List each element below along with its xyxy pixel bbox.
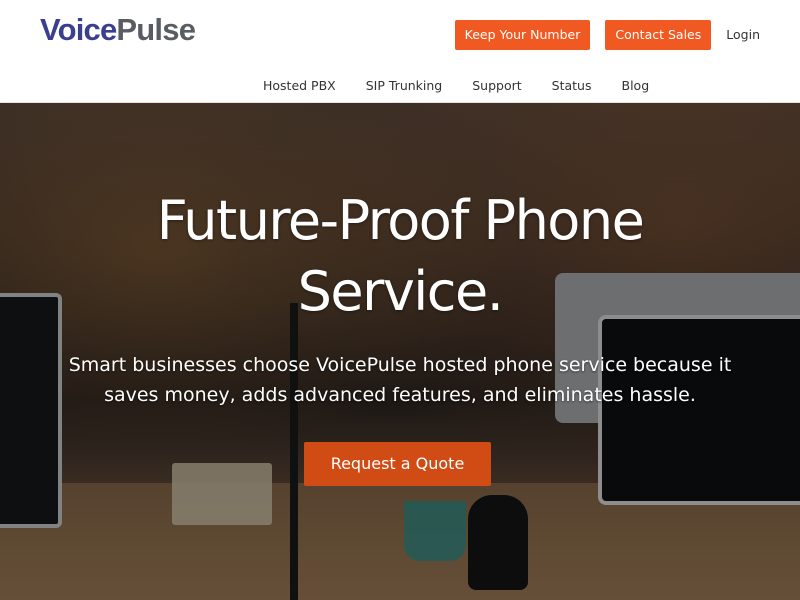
hero-section: Future-Proof Phone Service. Smart busine… [0, 103, 800, 600]
nav-item-hosted-pbx[interactable]: Hosted PBX [248, 76, 351, 96]
nav-item-support[interactable]: Support [457, 76, 536, 96]
site-header: VoicePulse Keep Your Number Contact Sale… [0, 0, 800, 103]
request-quote-button[interactable]: Request a Quote [304, 442, 491, 486]
hero-title: Future-Proof Phone Service. [0, 185, 800, 327]
contact-sales-button[interactable]: Contact Sales [605, 20, 712, 50]
hero-title-line-1: Future-Proof Phone [156, 189, 645, 252]
hero-title-line-2: Service. [297, 260, 504, 323]
login-link[interactable]: Login [726, 20, 760, 50]
nav-item-sip-trunking[interactable]: SIP Trunking [351, 76, 457, 96]
main-nav: Hosted PBX SIP Trunking Support Status B… [248, 76, 664, 96]
header-actions: Keep Your Number Contact Sales Login [454, 20, 760, 50]
hero-subtitle: Smart businesses choose VoicePulse hoste… [68, 354, 732, 406]
keep-your-number-button[interactable]: Keep Your Number [454, 20, 591, 50]
logo-voice-text: Voice [40, 12, 117, 47]
nav-item-status[interactable]: Status [537, 76, 607, 96]
nav-item-blog[interactable]: Blog [607, 76, 665, 96]
logo-pulse-text: Pulse [116, 12, 196, 47]
voicepulse-logo[interactable]: VoicePulse [40, 12, 196, 48]
